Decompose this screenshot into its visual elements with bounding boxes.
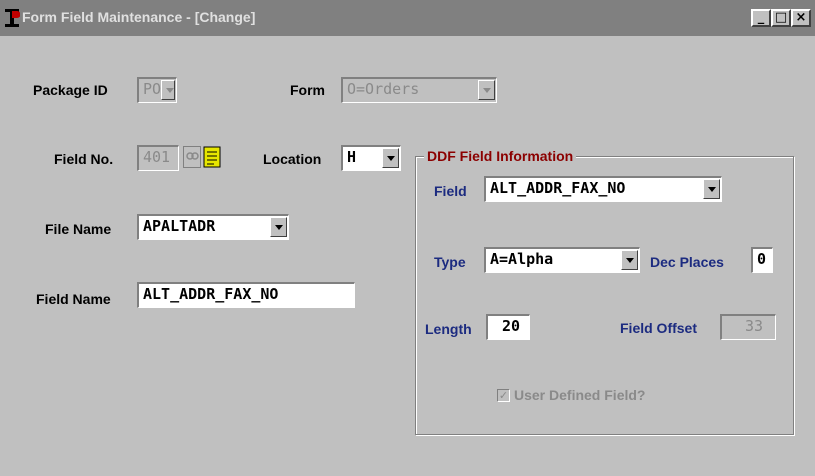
window-title: Form Field Maintenance - [Change] xyxy=(22,9,256,25)
field-no-input: 401 xyxy=(137,145,179,171)
ddf-group-title: DDF Field Information xyxy=(424,148,577,164)
ddf-field-select[interactable]: ALT_ADDR_FAX_NO xyxy=(484,176,722,202)
maximize-button[interactable]: □ xyxy=(771,9,791,27)
app-icon xyxy=(5,9,20,27)
field-name-label: Field Name xyxy=(36,291,111,307)
location-value: H xyxy=(347,148,357,166)
chevron-down-icon[interactable] xyxy=(270,217,287,237)
file-name-label: File Name xyxy=(45,221,112,237)
type-label: Type xyxy=(434,254,466,270)
user-defined-label: User Defined Field? xyxy=(514,387,646,403)
length-value: 20 xyxy=(502,317,521,335)
file-name-value: APALTADR xyxy=(143,217,216,235)
chevron-down-icon xyxy=(478,80,495,100)
lookup-icon[interactable] xyxy=(183,146,201,168)
package-id-value: PO xyxy=(143,80,162,98)
field-name-value: ALT_ADDR_FAX_NO xyxy=(143,285,279,303)
dec-places-input[interactable]: 0 xyxy=(751,247,773,273)
form-select: O=Orders xyxy=(341,77,497,103)
chevron-down-icon[interactable] xyxy=(621,250,638,270)
ddf-field-label: Field xyxy=(434,183,467,199)
minimize-button[interactable]: _ xyxy=(751,9,771,27)
chevron-down-icon[interactable] xyxy=(382,148,399,168)
ddf-field-value: ALT_ADDR_FAX_NO xyxy=(490,179,626,197)
package-id-select: PO xyxy=(137,77,177,103)
close-button[interactable]: × xyxy=(791,9,811,27)
chevron-down-icon[interactable] xyxy=(703,179,720,199)
field-no-value: 401 xyxy=(143,148,171,166)
package-id-label: Package ID xyxy=(33,82,108,98)
field-offset-label: Field Offset xyxy=(620,320,698,336)
file-name-select[interactable]: APALTADR xyxy=(137,214,289,240)
chevron-down-icon xyxy=(161,80,175,100)
dec-places-label: Dec Places xyxy=(650,254,724,270)
memo-icon[interactable] xyxy=(203,146,221,168)
field-no-label: Field No. xyxy=(54,151,114,167)
dec-places-value: 0 xyxy=(757,250,767,268)
location-select[interactable]: H xyxy=(341,145,401,171)
length-label: Length xyxy=(425,321,472,337)
field-offset-input: 33 xyxy=(720,314,776,340)
form-label: Form xyxy=(290,82,325,98)
location-label: Location xyxy=(263,151,322,167)
field-offset-value: 33 xyxy=(744,317,763,335)
form-field-maintenance-window: Form Field Maintenance - [Change] _ □ × … xyxy=(0,0,815,476)
type-value: A=Alpha xyxy=(490,250,554,268)
form-value: O=Orders xyxy=(347,80,420,98)
user-defined-checkbox[interactable]: ✓ xyxy=(497,389,510,402)
type-select[interactable]: A=Alpha xyxy=(484,247,640,273)
title-bar[interactable]: Form Field Maintenance - [Change] _ □ × xyxy=(0,0,815,36)
length-input[interactable]: 20 xyxy=(486,314,530,340)
field-name-input[interactable]: ALT_ADDR_FAX_NO xyxy=(137,282,355,308)
